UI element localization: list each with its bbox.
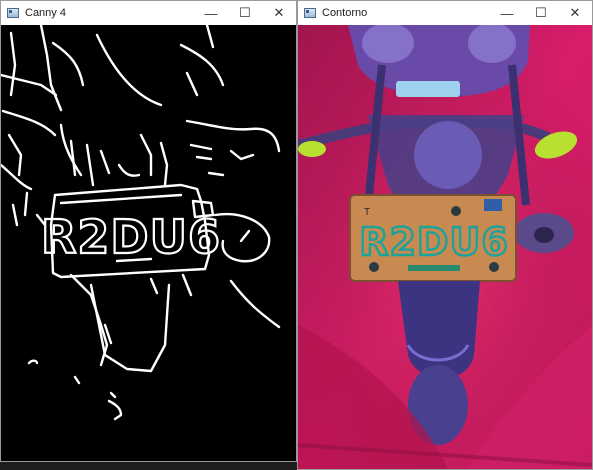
- opencv-window-icon: [7, 8, 19, 18]
- window-title: Contorno: [322, 7, 368, 19]
- canny-window: Canny 4 — ☐ ✕ R2DU6: [0, 0, 297, 462]
- plate-marker: T: [364, 207, 370, 218]
- svg-text:R2DU6: R2DU6: [41, 210, 221, 264]
- window-title: Canny 4: [25, 7, 66, 19]
- license-plate: T R2DU6: [349, 194, 517, 282]
- window-controls: — ☐ ✕: [194, 1, 296, 25]
- canny-edge-image: R2DU6: [1, 25, 296, 461]
- motorcycle-photo: T R2DU6: [298, 25, 592, 469]
- contour-titlebar[interactable]: Contorno — ☐ ✕: [298, 1, 592, 25]
- minimize-icon[interactable]: —: [194, 1, 228, 25]
- canny-titlebar[interactable]: Canny 4 — ☐ ✕: [1, 1, 296, 25]
- minimize-icon[interactable]: —: [490, 1, 524, 25]
- plate-text-edges: R2DU6: [40, 209, 221, 265]
- contour-image: T R2DU6: [298, 25, 592, 469]
- edge-map: R2DU6: [1, 25, 296, 461]
- maximize-icon[interactable]: ☐: [228, 1, 262, 25]
- close-icon[interactable]: ✕: [262, 1, 296, 25]
- plate-text: R2DU6: [359, 220, 509, 264]
- window-controls: — ☐ ✕: [490, 1, 592, 25]
- close-icon[interactable]: ✕: [558, 1, 592, 25]
- contour-window: Contorno — ☐ ✕ T R2DU6: [297, 0, 593, 470]
- opencv-window-icon: [304, 8, 316, 18]
- maximize-icon[interactable]: ☐: [524, 1, 558, 25]
